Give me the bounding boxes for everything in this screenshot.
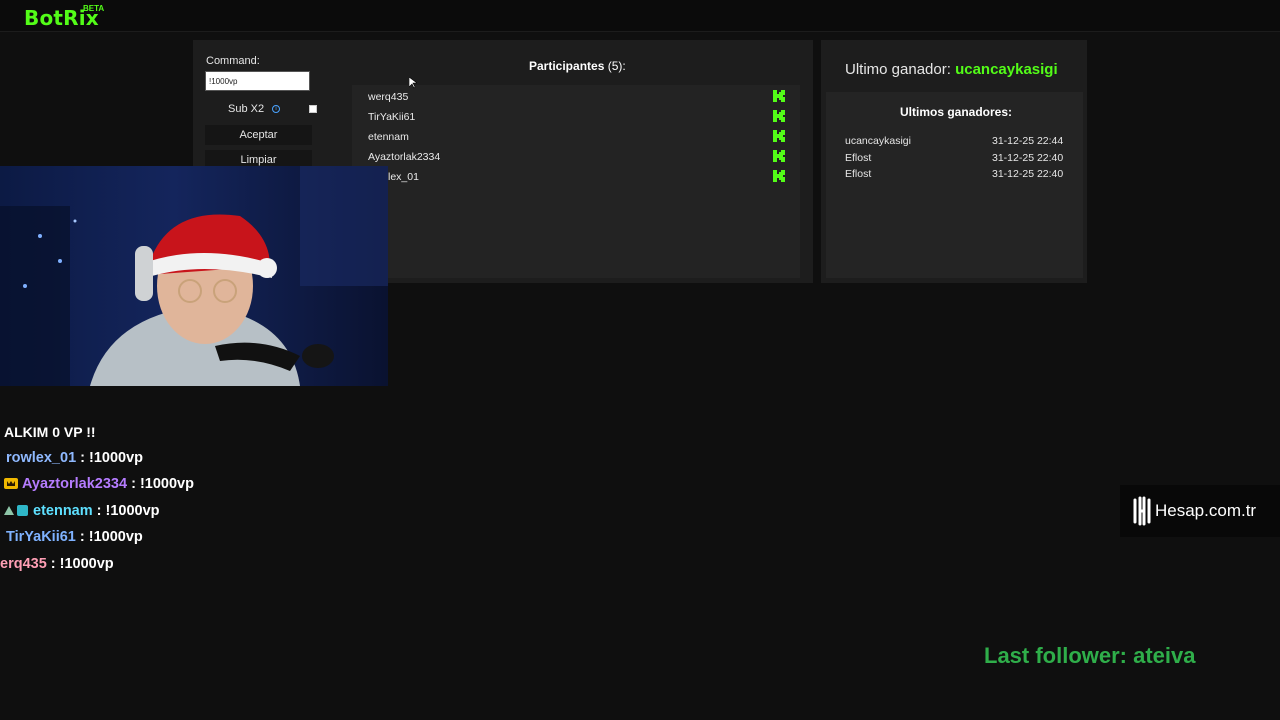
winner-name: Eflost bbox=[845, 152, 872, 164]
chat-user[interactable]: Ayaztorlak2334 bbox=[22, 476, 127, 492]
participants-title-text: Participantes bbox=[529, 59, 605, 73]
chat-text: !1000vp bbox=[89, 450, 144, 466]
participants-count: (5): bbox=[607, 59, 626, 73]
beta-badge: BETA bbox=[83, 4, 105, 13]
participants-list: werq435 TirYaKii61 etennam Ayaztorlak233… bbox=[352, 85, 800, 278]
last-winner-name: ucancaykasigi bbox=[955, 61, 1058, 78]
sub-x2-checkbox[interactable] bbox=[309, 105, 317, 113]
chat-user[interactable]: erq435 bbox=[0, 556, 47, 572]
chat-separator: : bbox=[75, 529, 89, 545]
participant-name: lex_01 bbox=[388, 171, 419, 183]
chat-user[interactable]: etennam bbox=[33, 503, 93, 519]
chat-text: !1000vp bbox=[59, 556, 114, 572]
chat-separator: : bbox=[127, 476, 140, 492]
participant-name: etennam bbox=[368, 131, 409, 143]
chat-text: !1000vp bbox=[139, 476, 194, 492]
hesap-text: Hesap.com.tr bbox=[1155, 501, 1257, 520]
hesap-logo-icon bbox=[1133, 496, 1151, 526]
chat-text: !1000vp bbox=[105, 503, 160, 519]
command-input[interactable] bbox=[205, 71, 310, 91]
winners-list bbox=[826, 92, 1083, 278]
participant-name: TirYaKii61 bbox=[368, 111, 416, 123]
chat-text: !1000vp bbox=[88, 529, 143, 545]
command-label: Command: bbox=[206, 55, 260, 67]
streamer-image bbox=[0, 166, 388, 386]
chat-message: erq435 : !1000vp bbox=[0, 556, 114, 572]
webcam-feed bbox=[0, 166, 388, 386]
chat-separator: : bbox=[46, 556, 60, 572]
winner-time: 31-12-25 22:40 bbox=[992, 168, 1064, 180]
winners-title: Ultimos ganadores: bbox=[900, 105, 1013, 119]
accept-button[interactable]: Aceptar bbox=[205, 125, 312, 145]
top-bar: BotRix BETA bbox=[0, 0, 1280, 32]
sub-x2-label: Sub X2 bbox=[228, 103, 265, 115]
subscriber-badge-icon bbox=[17, 505, 28, 516]
chat-message: Ayaztorlak2334 : !1000vp bbox=[4, 476, 194, 492]
participant-name: werq435 bbox=[368, 91, 409, 103]
winner-name: ucancaykasigi bbox=[845, 135, 911, 147]
mouse-cursor-icon bbox=[409, 77, 417, 89]
chat-message: TirYaKii61 : !1000vp bbox=[6, 529, 143, 545]
participants-title: Participantes (5): bbox=[529, 59, 626, 73]
info-icon[interactable]: i bbox=[272, 105, 280, 113]
kick-icon bbox=[773, 170, 785, 182]
kick-icon bbox=[773, 110, 785, 122]
chat-message: etennam : !1000vp bbox=[4, 503, 160, 519]
last-follower: Last follower: ateiva bbox=[984, 643, 1196, 668]
winner-name: Eflost bbox=[845, 168, 872, 180]
chat-cut-line: ALKIM 0 VP !! bbox=[4, 424, 96, 438]
winner-time: 31-12-25 22:40 bbox=[992, 152, 1064, 164]
participant-name: Ayaztorlak2334 bbox=[368, 151, 441, 163]
chat-separator: : bbox=[76, 450, 90, 466]
kick-icon bbox=[773, 90, 785, 102]
chat-user[interactable]: rowlex_01 bbox=[6, 450, 76, 466]
kick-icon bbox=[773, 130, 785, 142]
winner-time: 31-12-25 22:44 bbox=[992, 135, 1064, 147]
triangle-badge-icon bbox=[4, 506, 14, 515]
last-winner-label: Ultimo ganador: bbox=[845, 61, 951, 78]
chat-separator: : bbox=[92, 503, 106, 519]
chat-message: rowlex_01 : !1000vp bbox=[6, 450, 143, 466]
chat-user[interactable]: TirYaKii61 bbox=[6, 529, 76, 545]
kick-icon bbox=[773, 150, 785, 162]
crown-badge-icon bbox=[4, 478, 18, 489]
last-winner: Ultimo ganador: ucancaykasigi bbox=[845, 61, 1058, 78]
